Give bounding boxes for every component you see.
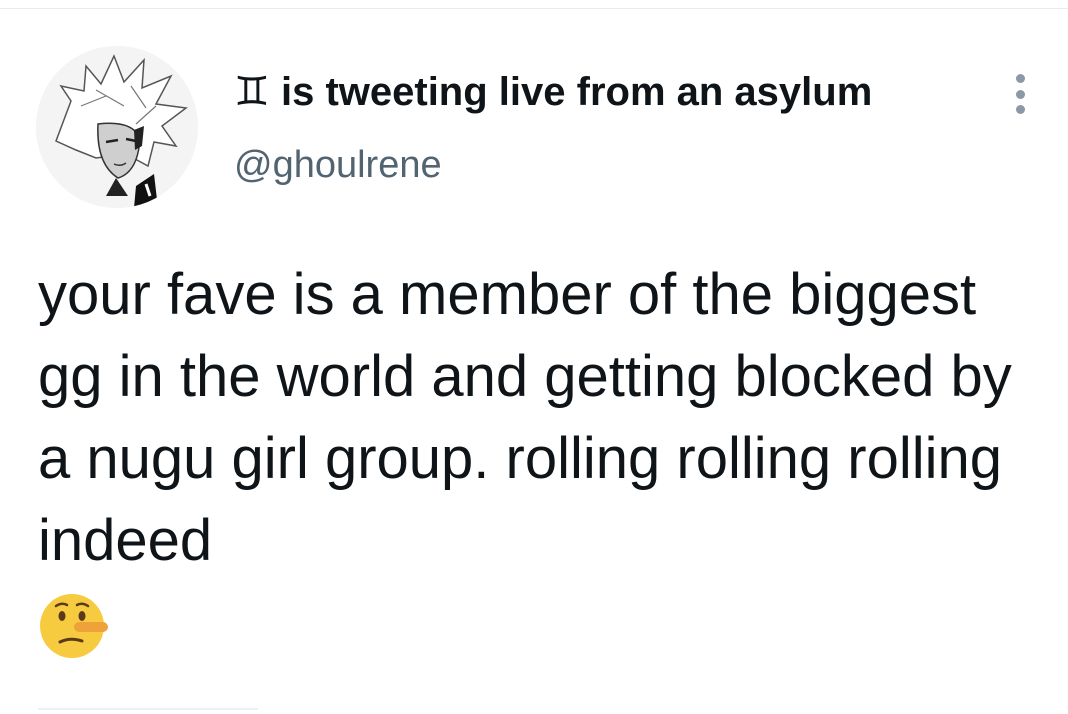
avatar[interactable] xyxy=(36,46,198,208)
tweet-text: your fave is a member of the biggest gg … xyxy=(38,262,1012,573)
top-divider xyxy=(0,8,1068,9)
lying-face-icon xyxy=(38,590,110,662)
avatar-image xyxy=(36,46,198,208)
more-options-icon[interactable] xyxy=(1008,74,1032,114)
user-handle[interactable]: @ghoulrene xyxy=(234,140,442,190)
display-name[interactable]: ♊ is tweeting live from an asylum xyxy=(234,66,872,118)
bottom-divider xyxy=(38,708,258,710)
